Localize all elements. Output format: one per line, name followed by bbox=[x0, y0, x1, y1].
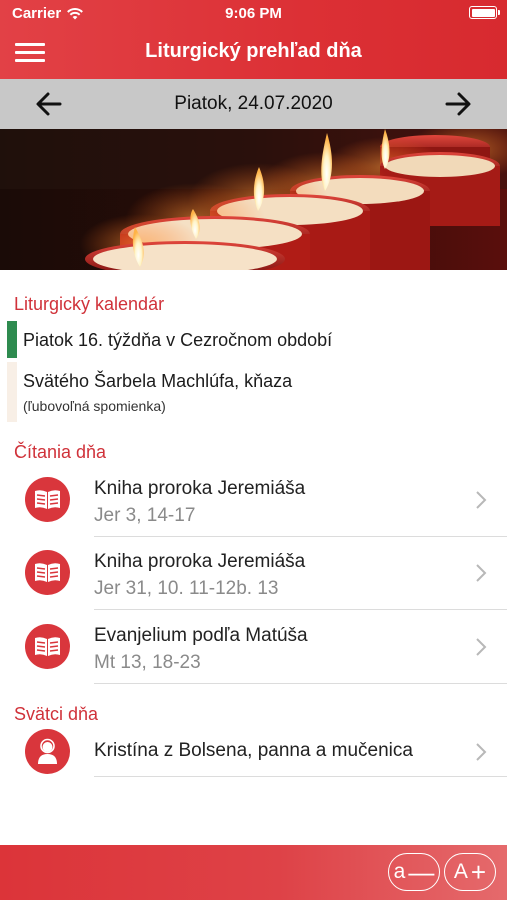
top-bar: Carrier 9:06 PM Liturgický prehľad dňa bbox=[0, 0, 507, 79]
clock: 9:06 PM bbox=[225, 5, 282, 22]
saint-row[interactable]: Kristína z Bolsena, panna a mučenica bbox=[0, 727, 507, 777]
liturgical-calendar-heading: Liturgický kalendár bbox=[14, 294, 165, 314]
page-title: Liturgický prehľad dňa bbox=[145, 40, 362, 62]
decrease-font-letter: a bbox=[393, 860, 406, 883]
reading-title: Kniha proroka Jeremiáša bbox=[94, 478, 306, 499]
saints-heading: Svätci dňa bbox=[14, 704, 99, 724]
reading-reference: Jer 31, 10. 11-12b. 13 bbox=[94, 578, 279, 599]
open-book-icon bbox=[25, 550, 70, 595]
reading-title: Kniha proroka Jeremiáša bbox=[94, 551, 306, 572]
reading-row[interactable]: Kniha proroka Jeremiáša Jer 31, 10. 11-1… bbox=[0, 537, 507, 610]
calendar-entry: Piatok 16. týždňa v Cezročnom období bbox=[7, 321, 507, 358]
chevron-right-icon bbox=[476, 638, 487, 656]
saint-icon bbox=[25, 729, 70, 774]
reading-row[interactable]: Kniha proroka Jeremiáša Jer 3, 14-17 bbox=[0, 464, 507, 537]
increase-font-button[interactable]: A + bbox=[444, 853, 496, 891]
increase-font-letter: A bbox=[453, 860, 468, 883]
chevron-right-icon bbox=[476, 743, 487, 761]
current-date: Piatok, 24.07.2020 bbox=[174, 93, 333, 114]
calendar-entry-title: Svätého Šarbela Machlúfa, kňaza bbox=[23, 371, 293, 391]
open-book-icon bbox=[25, 477, 70, 522]
chevron-right-icon bbox=[476, 491, 487, 509]
readings-heading: Čítania dňa bbox=[14, 442, 107, 462]
calendar-entry: Svätého Šarbela Machlúfa, kňaza (ľubovoľ… bbox=[7, 362, 507, 422]
status-bar: Carrier 9:06 PM bbox=[0, 0, 507, 26]
reading-title: Evanjelium podľa Matúša bbox=[94, 625, 308, 646]
plus-icon: + bbox=[470, 857, 487, 887]
saint-name: Kristína z Bolsena, panna a mučenica bbox=[94, 740, 413, 761]
reading-reference: Mt 13, 18-23 bbox=[94, 652, 201, 673]
next-day-button[interactable] bbox=[441, 88, 475, 120]
battery-icon bbox=[469, 6, 500, 19]
arrow-right-icon bbox=[445, 92, 471, 116]
liturgical-color-bar bbox=[7, 362, 17, 422]
open-book-icon bbox=[25, 624, 70, 669]
date-navigation-bar: Piatok, 24.07.2020 bbox=[0, 79, 507, 129]
decrease-font-button[interactable]: a — bbox=[388, 853, 440, 891]
chevron-right-icon bbox=[476, 564, 487, 582]
candles-header-image bbox=[0, 129, 507, 270]
minus-icon: — bbox=[408, 857, 435, 887]
calendar-entry-rank: (ľubovoľná spomienka) bbox=[23, 398, 166, 414]
calendar-entry-title: Piatok 16. týždňa v Cezročnom období bbox=[23, 330, 333, 350]
reading-reference: Jer 3, 14-17 bbox=[94, 505, 196, 526]
reading-row[interactable]: Evanjelium podľa Matúša Mt 13, 18-23 bbox=[0, 610, 507, 684]
liturgical-color-bar bbox=[7, 321, 17, 358]
bottom-toolbar: a — A + bbox=[0, 845, 507, 900]
